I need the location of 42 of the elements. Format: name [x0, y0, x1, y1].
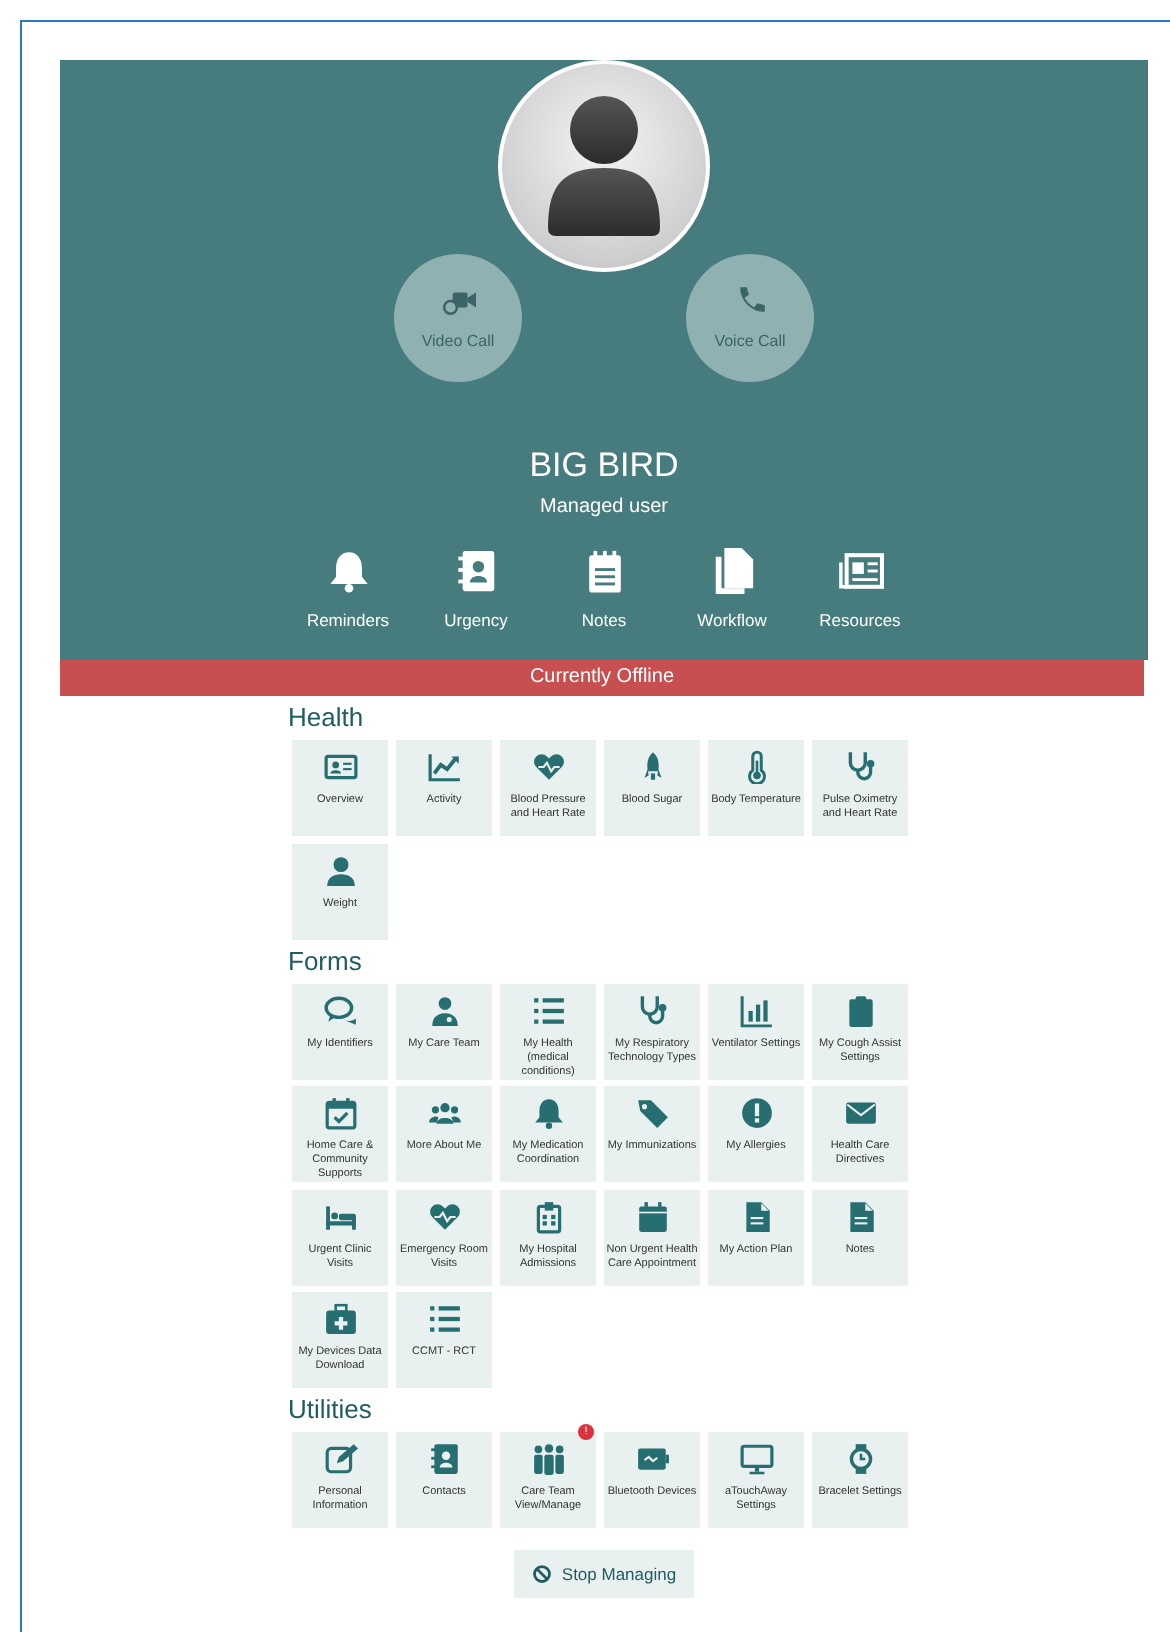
user-role: Managed user — [540, 494, 668, 522]
bell-icon — [531, 1096, 565, 1130]
quick-link[interactable]: Urgency — [412, 548, 540, 634]
quick-link[interactable]: Workflow — [668, 548, 796, 634]
clipboard-icon — [843, 993, 877, 1027]
user-name: BIG BIRD — [529, 446, 679, 486]
id-card-icon — [323, 750, 357, 784]
edit-icon — [323, 1442, 357, 1476]
line-chart-icon — [427, 750, 461, 784]
chat-icon — [323, 993, 357, 1027]
monitor-icon — [739, 1442, 773, 1476]
stethoscope-icon — [843, 750, 877, 784]
medical-kit-icon — [323, 1302, 357, 1336]
envelope-icon — [843, 1096, 877, 1130]
doctor-icon — [427, 993, 461, 1027]
address-book-icon — [453, 548, 499, 594]
heart-pulse-icon — [531, 750, 565, 784]
exclamation-icon — [739, 1096, 773, 1130]
building-icon — [531, 1199, 565, 1233]
stop-managing-button[interactable]: Stop Managing — [513, 1550, 695, 1598]
list-icon — [531, 993, 565, 1027]
newspaper-icon — [837, 548, 883, 594]
quick-link[interactable]: Resources — [796, 548, 924, 634]
status-banner: Currently Offline — [60, 660, 1144, 696]
ban-icon — [531, 1564, 552, 1584]
person-icon — [323, 853, 357, 887]
battery-icon — [635, 1442, 669, 1476]
quick-link[interactable]: Notes — [540, 548, 668, 634]
section-heading: Health — [288, 702, 366, 734]
bell-icon — [325, 548, 371, 594]
bar-chart-icon — [739, 993, 773, 1027]
team-icon — [531, 1442, 565, 1476]
quick-link[interactable]: Reminders — [284, 548, 412, 634]
calendar-check-icon — [323, 1096, 357, 1130]
stethoscope-icon — [635, 993, 669, 1027]
section-heading: Utilities — [288, 1394, 374, 1426]
heart-pulse-icon — [427, 1199, 461, 1233]
calendar-icon — [635, 1199, 669, 1233]
section-heading: Forms — [288, 945, 364, 977]
address-book-icon — [427, 1442, 461, 1476]
tag-icon — [635, 1096, 669, 1130]
list-icon — [427, 1302, 461, 1336]
